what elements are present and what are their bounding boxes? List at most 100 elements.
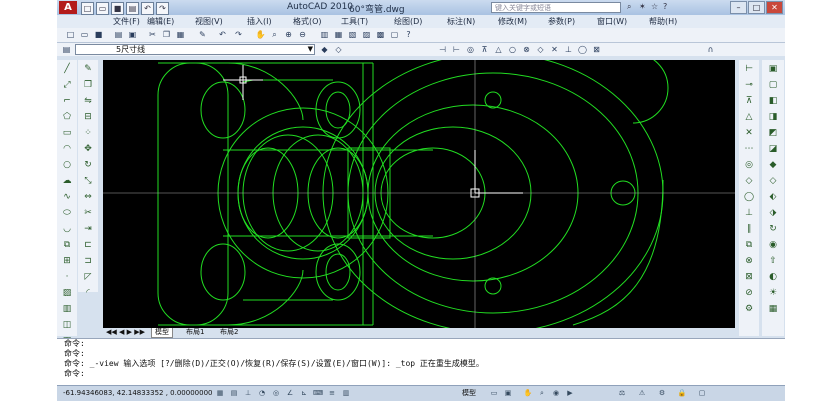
materials-icon[interactable]: ▦ [766,302,780,316]
search-input[interactable]: 键入关键字或短语 [491,2,621,13]
scale-icon[interactable]: ⤡ [81,174,95,188]
menu-file[interactable]: 文件(F) [113,16,140,27]
menu-help[interactable]: 帮助(H) [649,16,677,27]
copy-icon[interactable]: ❐ [161,29,172,40]
undo-icon[interactable]: ↶ [141,2,154,15]
array-icon[interactable]: ⁘ [81,126,95,140]
snap-node-icon[interactable]: ⊗ [742,254,756,268]
view-bottom-icon[interactable]: ▢ [766,78,780,92]
zoom-status-icon[interactable]: ⌕ [537,388,547,398]
view-ne-iso-icon[interactable]: ⬖ [766,190,780,204]
menu-dimension[interactable]: 标注(N) [447,16,475,27]
menu-view[interactable]: 视图(V) [195,16,223,27]
construction-line-icon[interactable]: ⤢ [60,78,74,92]
break-icon[interactable]: ⊏ [81,238,95,252]
search-icon[interactable]: ⌕ [627,2,636,12]
workspace-icon[interactable]: ⚙ [657,388,667,398]
snap-quadrant-icon[interactable]: ◇ [742,174,756,188]
save-icon[interactable]: ■ [93,29,104,40]
visual-style-icon[interactable]: ◐ [766,270,780,284]
paste-icon[interactable]: ▦ [175,29,186,40]
view-right-icon[interactable]: ◨ [766,110,780,124]
minimize-icon[interactable]: – [730,1,747,14]
snap-center-icon[interactable]: ◎ [742,158,756,172]
endpoint-icon[interactable]: ⊼ [479,44,490,55]
new-icon[interactable]: □ [65,29,76,40]
markup-icon[interactable]: ▩ [375,29,386,40]
print-icon[interactable]: ▤ [113,29,124,40]
ellipse-arc-icon[interactable]: ◡ [60,222,74,236]
render-icon[interactable]: ☀ [766,286,780,300]
rectangle-icon[interactable]: ▭ [60,126,74,140]
snap-nearest-icon[interactable]: ⊠ [742,270,756,284]
perpendicular-icon[interactable]: ⊥ [563,44,574,55]
orbit-icon[interactable]: ↻ [766,222,780,236]
insert-block-icon[interactable]: ⧉ [60,238,74,252]
line-icon[interactable]: ╱ [60,62,74,76]
layer-previous-icon[interactable]: ◇ [333,44,344,55]
design-center-icon[interactable]: ▦ [333,29,344,40]
tab-layout2[interactable]: 布局2 [217,328,241,337]
save-icon[interactable]: ■ [111,2,124,15]
snap-endpoint-icon[interactable]: ⊼ [742,94,756,108]
maximize-icon[interactable]: □ [748,1,765,14]
arc-icon[interactable]: ◠ [60,142,74,156]
close-icon[interactable]: ✕ [766,1,783,14]
ellipse-icon[interactable]: ⬭ [60,206,74,220]
nearest-icon[interactable]: ⊠ [591,44,602,55]
snap-mode-icon[interactable]: ▦ [215,388,225,398]
help-icon[interactable]: ? [403,29,414,40]
match-properties-icon[interactable]: ✎ [197,29,208,40]
menu-parametric[interactable]: 参数(P) [548,16,575,27]
object-snap-icon[interactable]: ◎ [271,388,281,398]
menu-insert[interactable]: 插入(I) [247,16,272,27]
move-icon[interactable]: ✥ [81,142,95,156]
zoom-window-icon[interactable]: ⊕ [283,29,294,40]
snap-extension-icon[interactable]: ⋯ [742,142,756,156]
snap-intersection-icon[interactable]: ✕ [742,126,756,140]
open-icon[interactable]: ▭ [79,29,90,40]
view-front-icon[interactable]: ◩ [766,126,780,140]
steering-wheel-icon[interactable]: ◉ [551,388,561,398]
tab-nav-arrows[interactable]: ◀◀ ◀ ▶ ▶▶ [103,328,148,337]
redo-icon[interactable]: ↷ [156,2,169,15]
gradient-icon[interactable]: ▥ [60,302,74,316]
camera-icon[interactable]: ◉ [766,238,780,252]
lock-icon[interactable]: 🔒 [677,388,687,398]
osnap-icon[interactable]: ◎ [465,44,476,55]
center-icon[interactable]: ○ [507,44,518,55]
tangent-icon[interactable]: ◯ [577,44,588,55]
snap-midpoint-icon[interactable]: △ [742,110,756,124]
sheet-set-icon[interactable]: ▨ [361,29,372,40]
tool-palettes-icon[interactable]: ▧ [347,29,358,40]
undo-icon[interactable]: ↶ [217,29,228,40]
object-track-icon[interactable]: ∠ [285,388,295,398]
quadrant-icon[interactable]: ◇ [535,44,546,55]
snap-none-icon[interactable]: ⊘ [742,286,756,300]
zoom-previous-icon[interactable]: ⊖ [297,29,308,40]
fillet-icon[interactable]: ◜ [81,286,95,300]
erase-icon[interactable]: ✎ [81,62,95,76]
chamfer-icon[interactable]: ◸ [81,270,95,284]
walk-icon[interactable]: ⇧ [766,254,780,268]
menu-format[interactable]: 格式(O) [293,16,322,27]
app-logo-icon[interactable]: A [59,1,77,14]
command-window[interactable]: 命令: 命令: 命令: _-view 输入选项 [?/删除(D)/正交(O)/恢… [57,338,785,385]
properties-icon[interactable]: ▥ [319,29,330,40]
view-top-icon[interactable]: ▣ [766,62,780,76]
menu-draw[interactable]: 绘图(D) [394,16,422,27]
view-left-icon[interactable]: ◧ [766,94,780,108]
region-icon[interactable]: ◫ [60,318,74,332]
stretch-icon[interactable]: ⇔ [81,190,95,204]
dynamic-input-icon[interactable]: ⌨ [313,388,323,398]
make-block-icon[interactable]: ⊞ [60,254,74,268]
snap-tangent-icon[interactable]: ◯ [742,190,756,204]
annotation-visibility-icon[interactable]: ⚠ [637,388,647,398]
ortho-icon[interactable]: ⊢ [451,44,462,55]
extend-icon[interactable]: ⇥ [81,222,95,236]
ortho-mode-icon[interactable]: ⊥ [243,388,253,398]
zoom-icon[interactable]: ⌕ [269,29,280,40]
trim-icon[interactable]: ✂ [81,206,95,220]
intersection-icon[interactable]: ✕ [549,44,560,55]
view-sw-iso-icon[interactable]: ◆ [766,158,780,172]
